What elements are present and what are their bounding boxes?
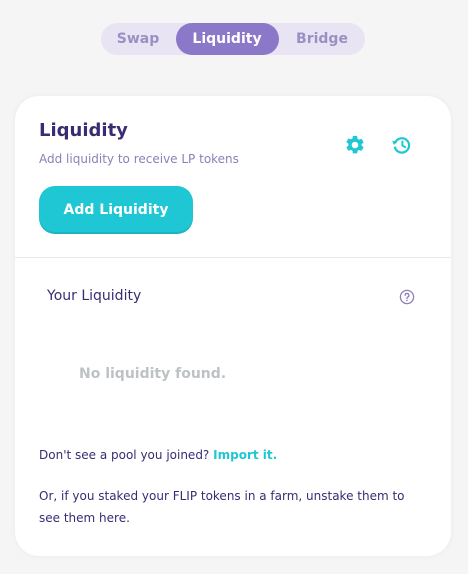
question-circle-icon[interactable] bbox=[399, 289, 415, 305]
card-title: Liquidity bbox=[39, 120, 128, 141]
tab-swap[interactable]: Swap bbox=[101, 23, 175, 55]
add-liquidity-button[interactable]: Add Liquidity bbox=[39, 186, 193, 234]
unstake-note: Or, if you staked your FLIP tokens in a … bbox=[39, 489, 405, 525]
history-icon bbox=[392, 137, 411, 154]
tab-liquidity[interactable]: Liquidity bbox=[175, 23, 279, 55]
your-liquidity-heading: Your Liquidity bbox=[47, 288, 142, 304]
gear-icon bbox=[346, 135, 364, 154]
tab-bridge[interactable]: Bridge bbox=[279, 23, 365, 55]
settings-button[interactable] bbox=[341, 131, 369, 159]
empty-liquidity-message: No liquidity found. bbox=[79, 366, 227, 382]
exchange-tabs: Swap Liquidity Bridge bbox=[101, 23, 365, 55]
divider bbox=[15, 257, 451, 258]
history-button[interactable] bbox=[388, 131, 416, 159]
import-pool-hint: Don't see a pool you joined? Import it. bbox=[39, 448, 277, 462]
liquidity-card: Liquidity Add liquidity to receive LP to… bbox=[15, 96, 451, 556]
import-link[interactable]: Import it. bbox=[213, 448, 277, 462]
card-subtitle: Add liquidity to receive LP tokens bbox=[39, 152, 239, 166]
pool-question-text: Don't see a pool you joined? bbox=[39, 448, 210, 462]
